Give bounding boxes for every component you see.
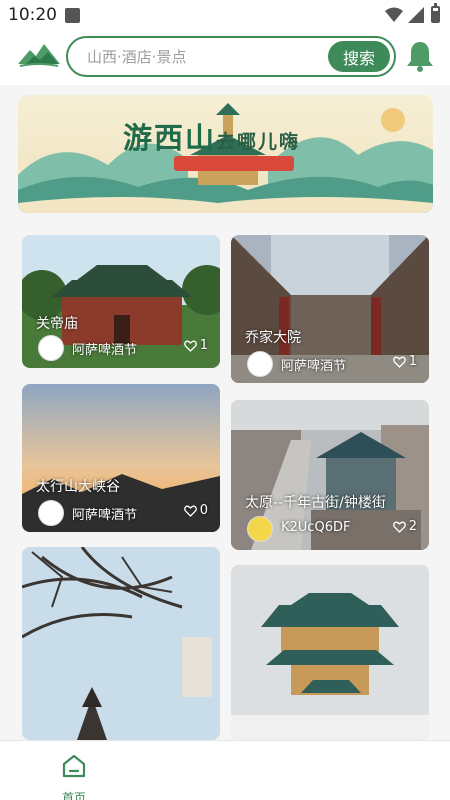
avatar [38,500,64,526]
post-card[interactable]: 乔家大院 阿萨啤酒节 1 [231,235,429,383]
like-counter[interactable]: 0 [183,503,208,518]
like-count: 0 [199,503,208,518]
bell-icon[interactable] [406,40,434,72]
heart-outline-icon [183,340,197,352]
post-card[interactable] [22,547,220,740]
post-card[interactable]: 太行山大峡谷 阿萨啤酒节 0 [22,384,220,532]
card-author: K2UcQ6DF [281,520,351,535]
notification-app-icon [65,8,80,23]
promo-banner[interactable]: 游西山去哪儿嗨 [18,95,433,213]
post-card[interactable]: 太原--千年古街/钟楼街 K2UcQ6DF 2 [231,400,429,550]
battery-icon [431,3,440,23]
card-title: 关帝庙 [36,316,78,332]
card-meta: 阿萨啤酒节 0 [32,500,210,526]
like-counter[interactable]: 1 [392,354,417,369]
heart-outline-icon [392,356,406,368]
card-title: 太原--千年古街/钟楼街 [245,495,386,511]
search-box: 搜索 [66,36,396,77]
card-meta: K2UcQ6DF 2 [241,516,419,542]
like-count: 1 [408,354,417,369]
like-counter[interactable]: 1 [183,338,208,353]
signal-icon [408,7,424,23]
card-author: 阿萨啤酒节 [281,359,347,374]
heart-outline-icon [392,521,406,533]
logo-mountain-icon [18,44,60,67]
card-meta: 阿萨啤酒节 1 [241,351,419,377]
nav-home[interactable]: 首页 [50,747,98,800]
card-meta: 阿萨啤酒节 1 [32,335,210,361]
app-header: 搜索 [0,30,450,85]
status-bar: 10:20 [0,0,450,30]
like-count: 2 [408,519,417,534]
bottom-navigation: 首页 [0,740,450,800]
card-author: 阿萨啤酒节 [72,508,138,523]
avatar [247,516,273,542]
home-icon [62,754,86,778]
heart-outline-icon [183,505,197,517]
nav-home-label: 首页 [61,791,86,800]
like-count: 1 [199,338,208,353]
status-time: 10:20 [8,5,57,25]
card-photo [22,547,220,740]
post-card[interactable] [231,565,429,740]
banner-subtitle-ribbon [174,156,294,171]
wifi-icon [385,7,403,22]
avatar [247,351,273,377]
like-counter[interactable]: 2 [392,519,417,534]
card-title: 乔家大院 [245,330,301,346]
avatar [38,335,64,361]
search-input[interactable] [87,38,317,75]
banner-title: 游西山去哪儿嗨 [123,121,301,155]
card-title: 太行山大峡谷 [36,479,120,495]
search-button[interactable]: 搜索 [328,41,390,72]
post-card[interactable]: 关帝庙 阿萨啤酒节 1 [22,235,220,368]
card-author: 阿萨啤酒节 [72,343,138,358]
card-photo [231,565,429,740]
